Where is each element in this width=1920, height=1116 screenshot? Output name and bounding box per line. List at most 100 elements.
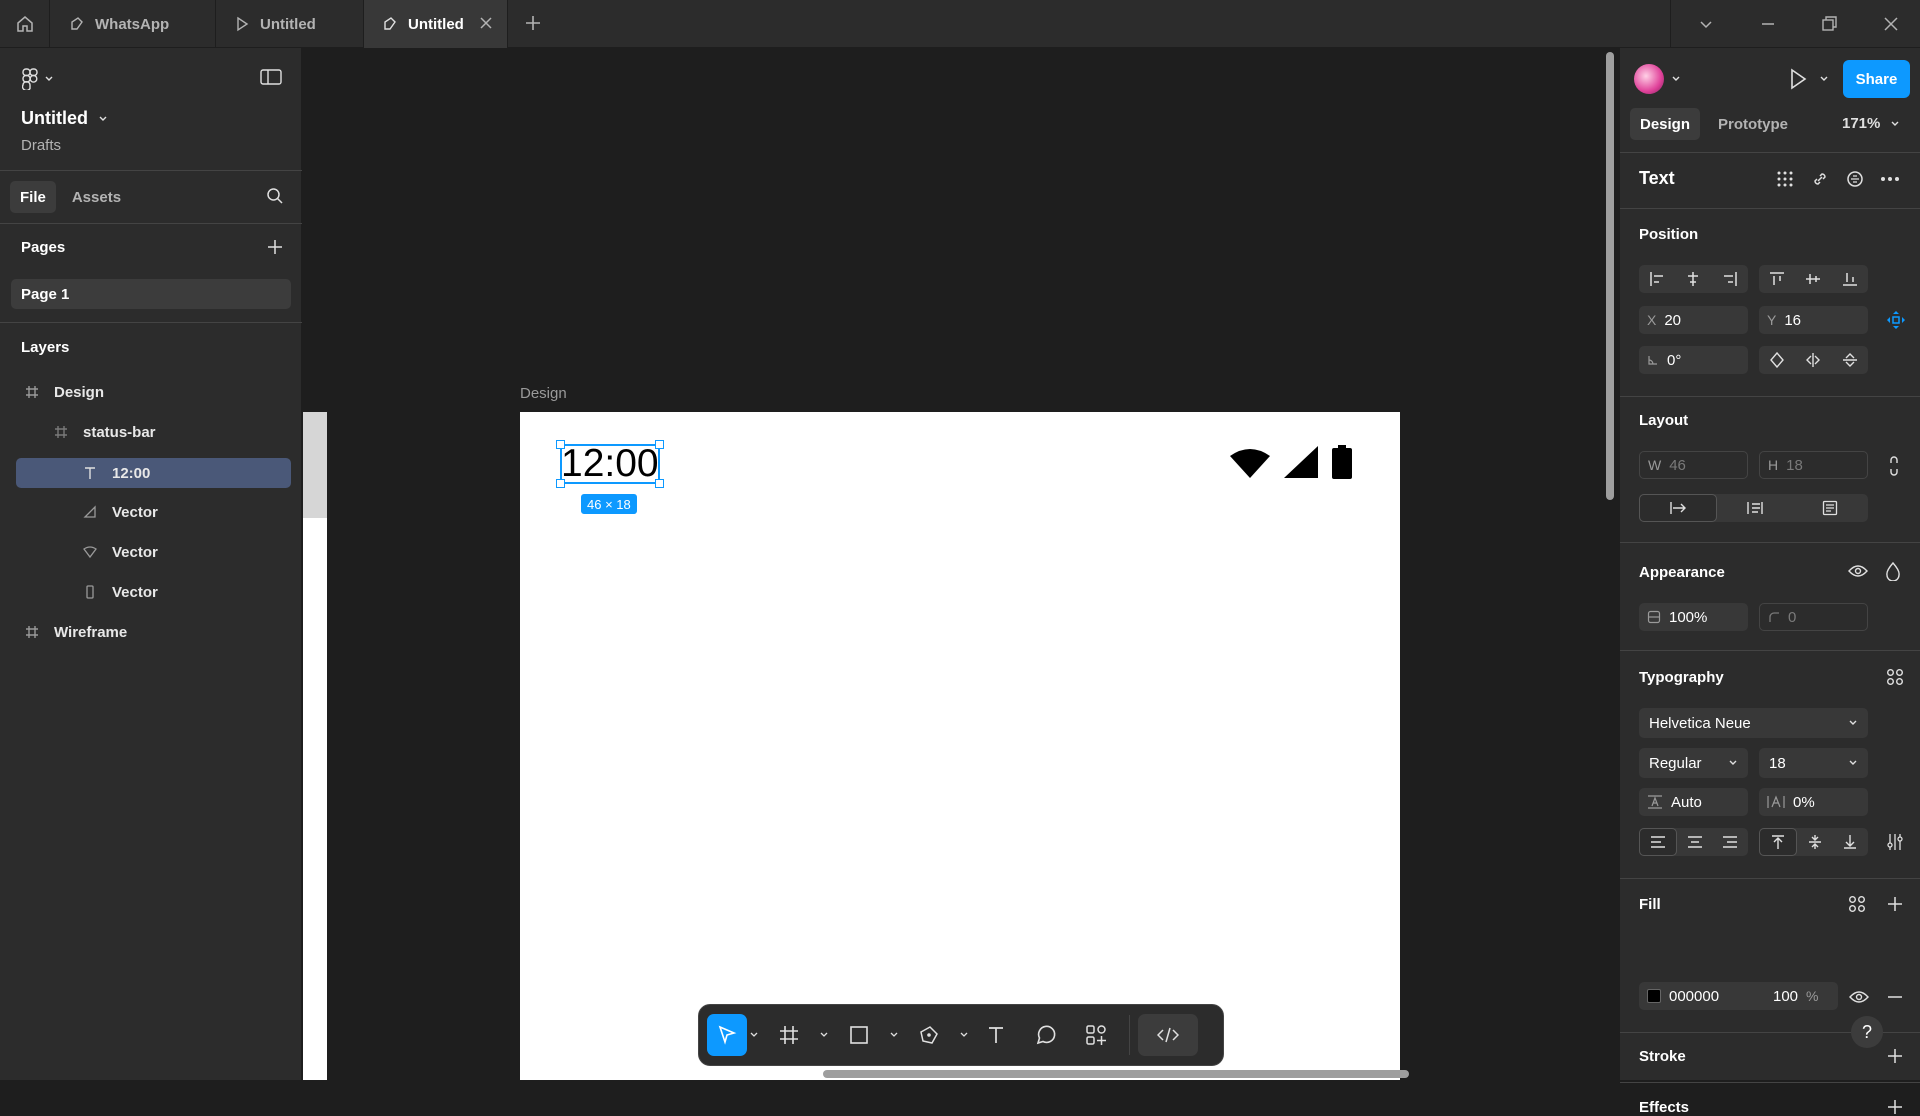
home-button[interactable]: [0, 0, 50, 48]
fixed-size-button[interactable]: [1792, 494, 1868, 522]
pen-tool[interactable]: [901, 1014, 957, 1056]
layer-item-wireframe[interactable]: Wireframe: [24, 617, 127, 647]
constraints-icon[interactable]: [1885, 309, 1907, 331]
eye-icon[interactable]: [1849, 989, 1869, 1005]
add-stroke-icon[interactable]: [1886, 1047, 1904, 1065]
close-tab-icon[interactable]: [479, 16, 493, 30]
opacity-field[interactable]: 100%: [1639, 603, 1748, 631]
move-tool[interactable]: [707, 1014, 747, 1056]
add-fill-icon[interactable]: [1886, 895, 1904, 913]
align-middle-button[interactable]: [1795, 265, 1831, 293]
avatar[interactable]: [1634, 64, 1664, 94]
constrain-proportions-icon[interactable]: [1887, 455, 1901, 477]
new-tab-icon[interactable]: [523, 13, 543, 33]
resize-handle[interactable]: [556, 479, 565, 488]
design-frame[interactable]: 12:00 46 × 18: [520, 412, 1400, 1080]
restore-icon[interactable]: [1819, 14, 1839, 34]
text-tool[interactable]: [971, 1014, 1021, 1056]
present-icon[interactable]: [1788, 68, 1808, 90]
align-center-h-button[interactable]: [1675, 265, 1711, 293]
type-settings-icon[interactable]: [1886, 833, 1904, 851]
layer-item-design[interactable]: Design: [24, 377, 104, 407]
rotation-field[interactable]: 0°: [1639, 346, 1748, 374]
align-bottom-button[interactable]: [1832, 265, 1868, 293]
layer-item-status-bar[interactable]: status-bar: [53, 417, 156, 447]
fixed-width-button[interactable]: [1639, 494, 1717, 522]
help-button[interactable]: ?: [1851, 1016, 1883, 1048]
tab-assets[interactable]: Assets: [62, 181, 131, 213]
resize-handle[interactable]: [655, 440, 664, 449]
color-swatch[interactable]: [1647, 989, 1661, 1003]
tab-untitled-prototype[interactable]: Untitled: [216, 0, 364, 48]
signal-icon[interactable]: [1284, 446, 1318, 478]
eye-icon[interactable]: [1848, 563, 1868, 579]
vertical-scrollbar[interactable]: [1606, 52, 1614, 500]
font-size-dropdown[interactable]: 18: [1759, 748, 1868, 778]
shape-tool-menu[interactable]: [887, 1030, 901, 1040]
height-field[interactable]: H 18: [1759, 451, 1868, 479]
blend-mode-icon[interactable]: [1885, 561, 1901, 581]
close-window-icon[interactable]: [1881, 14, 1901, 34]
text-align-left-button[interactable]: [1639, 828, 1677, 856]
layer-item-vector-2[interactable]: Vector: [82, 537, 158, 567]
auto-height-button[interactable]: [1717, 494, 1793, 522]
move-tool-menu[interactable]: [747, 1030, 761, 1040]
add-effect-icon[interactable]: [1886, 1098, 1904, 1116]
add-page-icon[interactable]: [266, 238, 284, 256]
grid-icon[interactable]: [1776, 170, 1794, 188]
text-align-right-button[interactable]: [1712, 828, 1748, 856]
minimize-icon[interactable]: [1758, 14, 1778, 34]
letter-spacing-field[interactable]: 0%: [1759, 788, 1868, 816]
sidebar-toggle-icon[interactable]: [260, 68, 282, 86]
canvas[interactable]: Design 12:00 46 × 18: [303, 48, 1618, 1080]
corner-radius-field[interactable]: 0: [1759, 603, 1868, 631]
style-icon[interactable]: [1846, 170, 1864, 188]
chevron-down-icon[interactable]: [1671, 74, 1681, 84]
width-field[interactable]: W 46: [1639, 451, 1748, 479]
tab-file[interactable]: File: [10, 181, 56, 213]
selection-box[interactable]: [560, 444, 660, 484]
file-title[interactable]: Untitled: [21, 108, 108, 129]
battery-icon[interactable]: [1332, 445, 1352, 479]
comment-tool[interactable]: [1021, 1014, 1071, 1056]
layer-item-clock-text[interactable]: 12:00: [16, 458, 291, 488]
horizontal-scrollbar[interactable]: [823, 1070, 1409, 1078]
search-icon[interactable]: [266, 187, 284, 205]
layer-item-vector-3[interactable]: Vector: [82, 577, 158, 607]
wifi-icon[interactable]: [1230, 446, 1270, 478]
flip-vertical-button[interactable]: [1832, 346, 1868, 374]
resize-handle[interactable]: [556, 440, 565, 449]
align-right-button[interactable]: [1712, 265, 1748, 293]
main-menu-button[interactable]: [22, 68, 54, 90]
remove-fill-icon[interactable]: [1886, 988, 1904, 1006]
link-icon[interactable]: [1811, 170, 1829, 188]
font-weight-dropdown[interactable]: Regular: [1639, 748, 1748, 778]
rotate-button[interactable]: [1759, 346, 1795, 374]
tab-whatsapp[interactable]: WhatsApp: [51, 0, 216, 48]
share-button[interactable]: Share: [1843, 60, 1910, 98]
text-align-top-button[interactable]: [1759, 828, 1797, 856]
text-align-bottom-button[interactable]: [1832, 828, 1868, 856]
fill-color-field[interactable]: 000000 100 %: [1639, 982, 1838, 1010]
dev-mode-toggle[interactable]: [1138, 1014, 1198, 1056]
chevron-down-icon[interactable]: [1819, 74, 1829, 84]
x-field[interactable]: X 20: [1639, 306, 1748, 334]
tab-untitled-active[interactable]: Untitled: [364, 0, 508, 48]
text-styles-icon[interactable]: [1886, 668, 1904, 686]
frame-label[interactable]: Design: [520, 385, 567, 402]
resize-handle[interactable]: [655, 479, 664, 488]
more-icon[interactable]: [1880, 170, 1900, 188]
file-location[interactable]: Drafts: [21, 137, 61, 154]
frame-tool[interactable]: [761, 1014, 817, 1056]
pen-tool-menu[interactable]: [957, 1030, 971, 1040]
flip-horizontal-button[interactable]: [1795, 346, 1831, 374]
page-item-page-1[interactable]: Page 1: [11, 279, 291, 309]
text-align-middle-button[interactable]: [1797, 828, 1833, 856]
line-height-field[interactable]: Auto: [1639, 788, 1748, 816]
y-field[interactable]: Y 16: [1759, 306, 1868, 334]
shape-tool[interactable]: [831, 1014, 887, 1056]
text-align-center-button[interactable]: [1677, 828, 1713, 856]
chevron-down-icon[interactable]: [1696, 14, 1716, 34]
tab-prototype[interactable]: Prototype: [1708, 108, 1798, 140]
align-top-button[interactable]: [1759, 265, 1795, 293]
